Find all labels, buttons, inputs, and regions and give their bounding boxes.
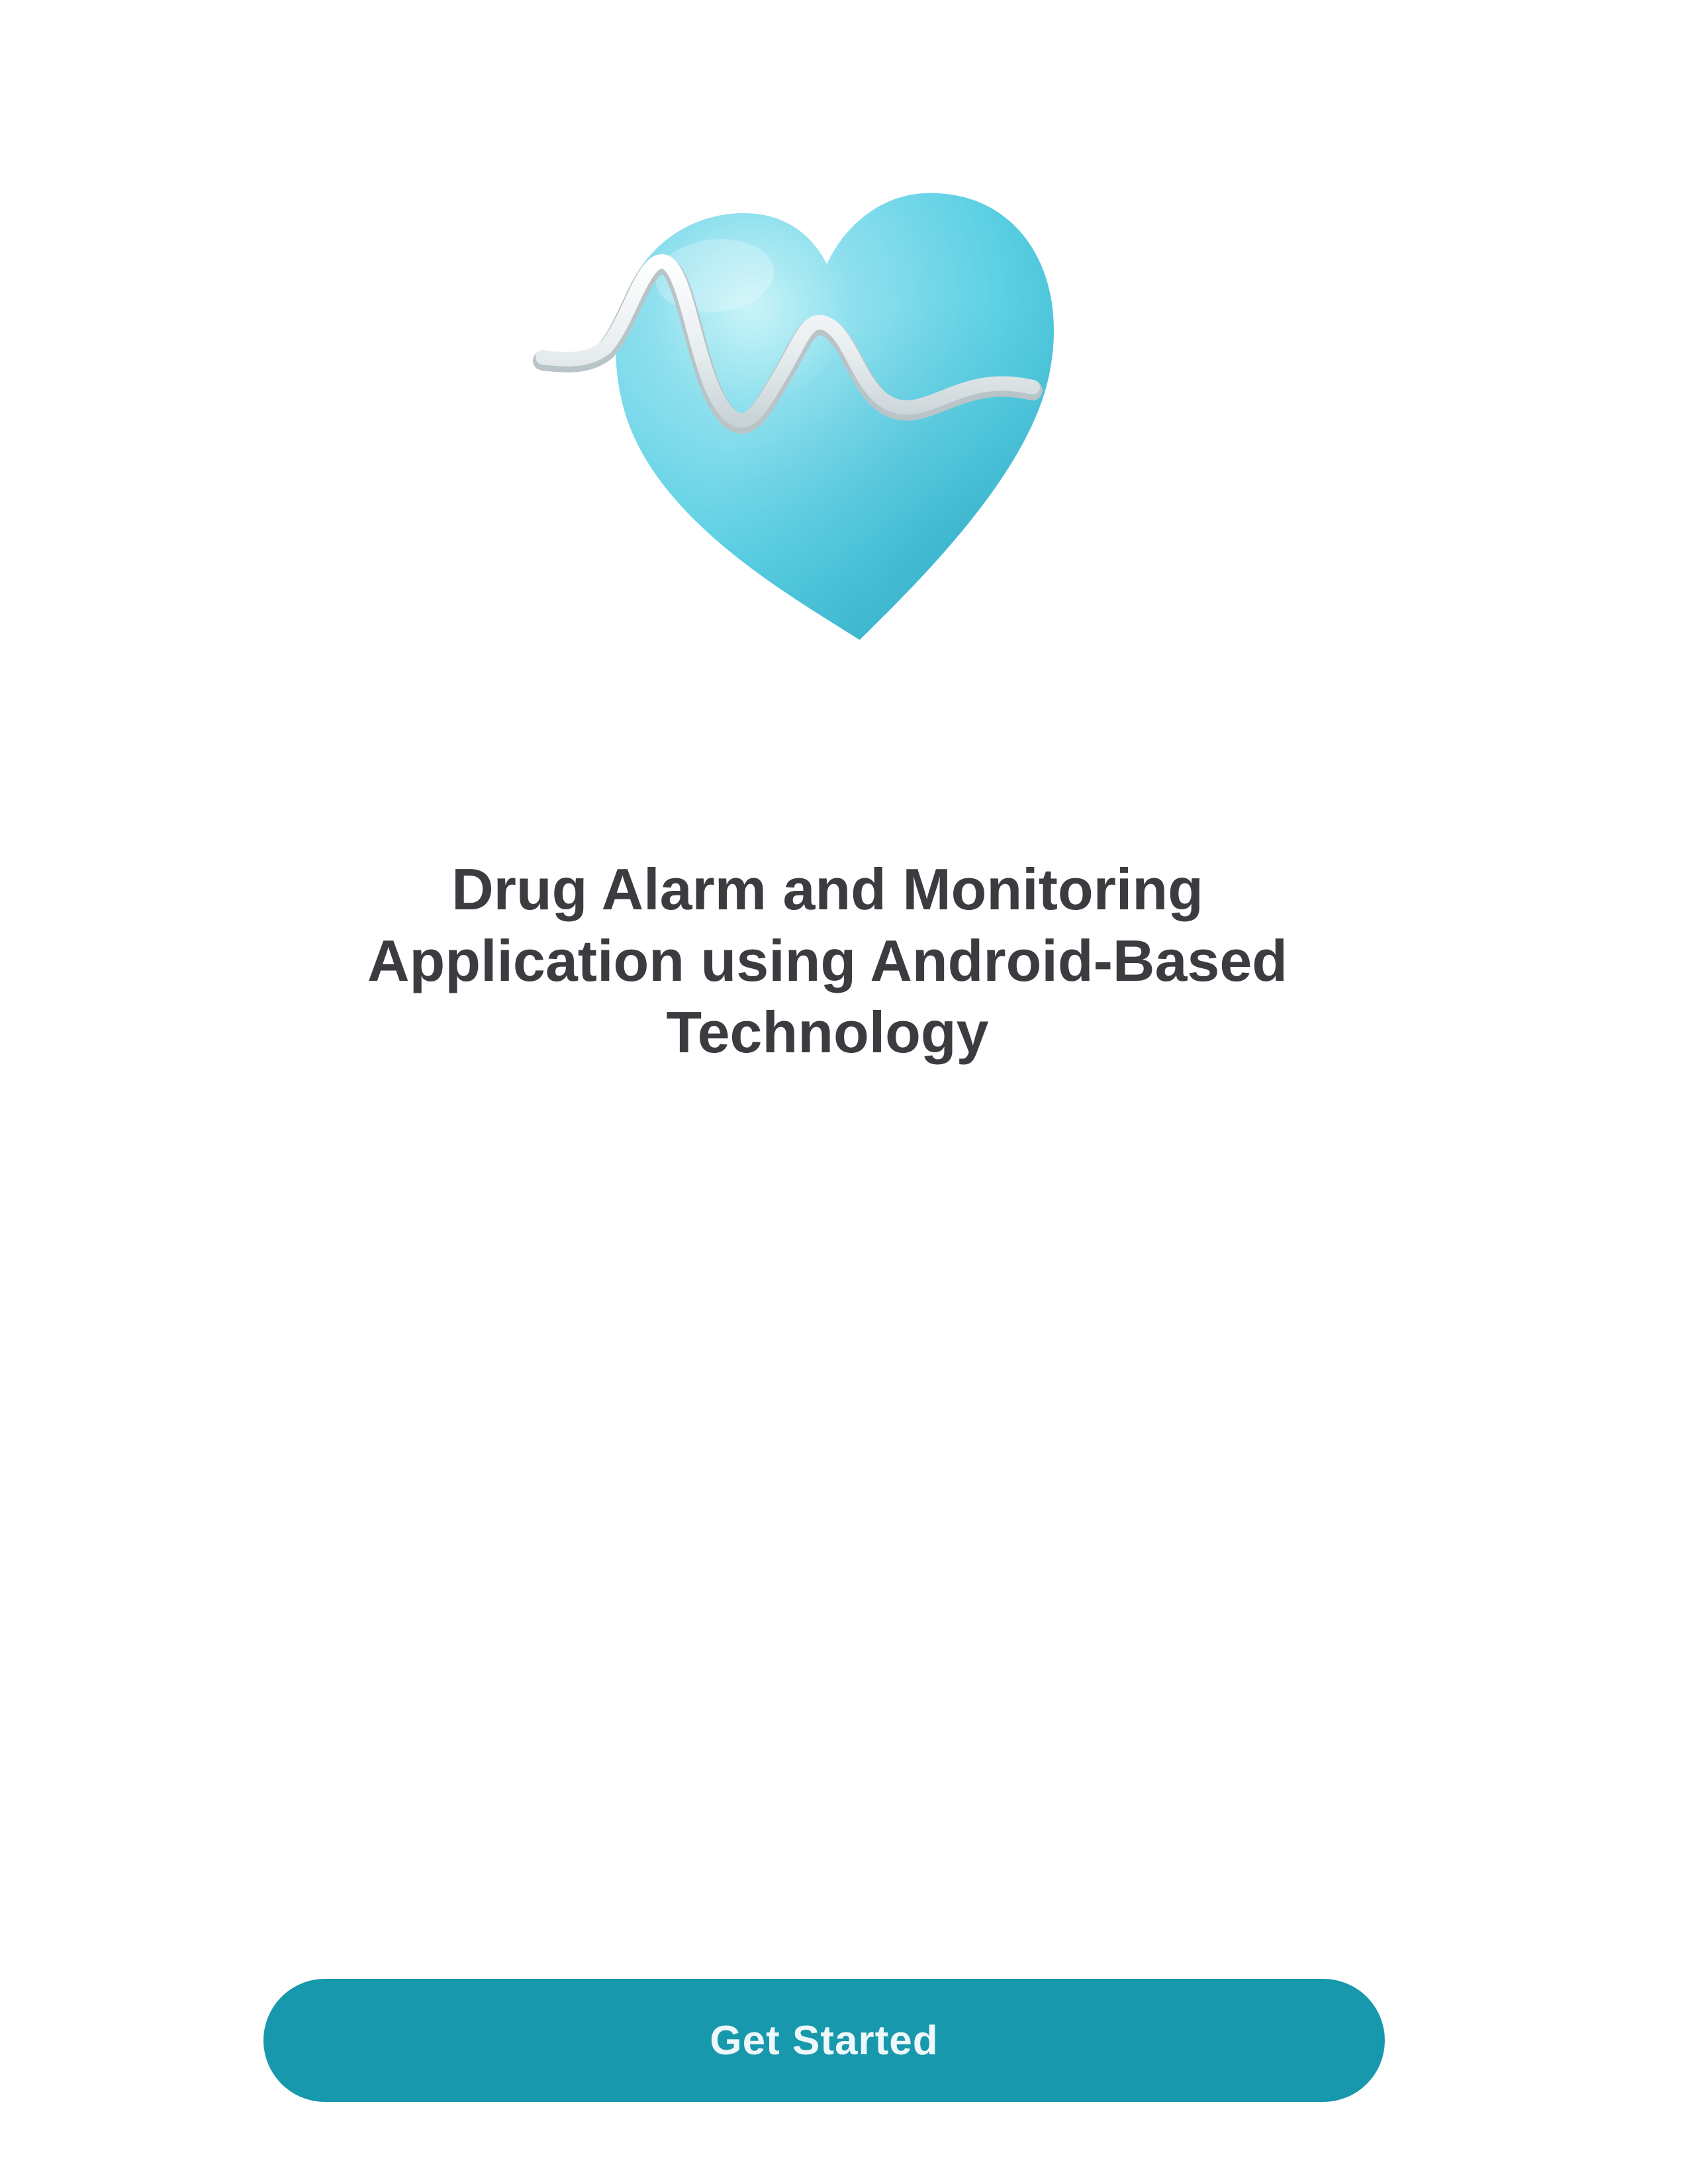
heart-pulse-icon [530,99,1125,695]
welcome-screen: Drug Alarm and Monitoring Application us… [0,0,1688,2184]
app-title-line-1: Drug Alarm and Monitoring [451,856,1203,922]
app-title: Drug Alarm and Monitoring Application us… [248,854,1407,1068]
get-started-label: Get Started [710,2017,939,2064]
app-title-line-2: Application using Android-Based [367,928,1288,993]
get-started-button[interactable]: Get Started [263,1979,1385,2102]
app-title-line-3: Technology [666,999,989,1065]
